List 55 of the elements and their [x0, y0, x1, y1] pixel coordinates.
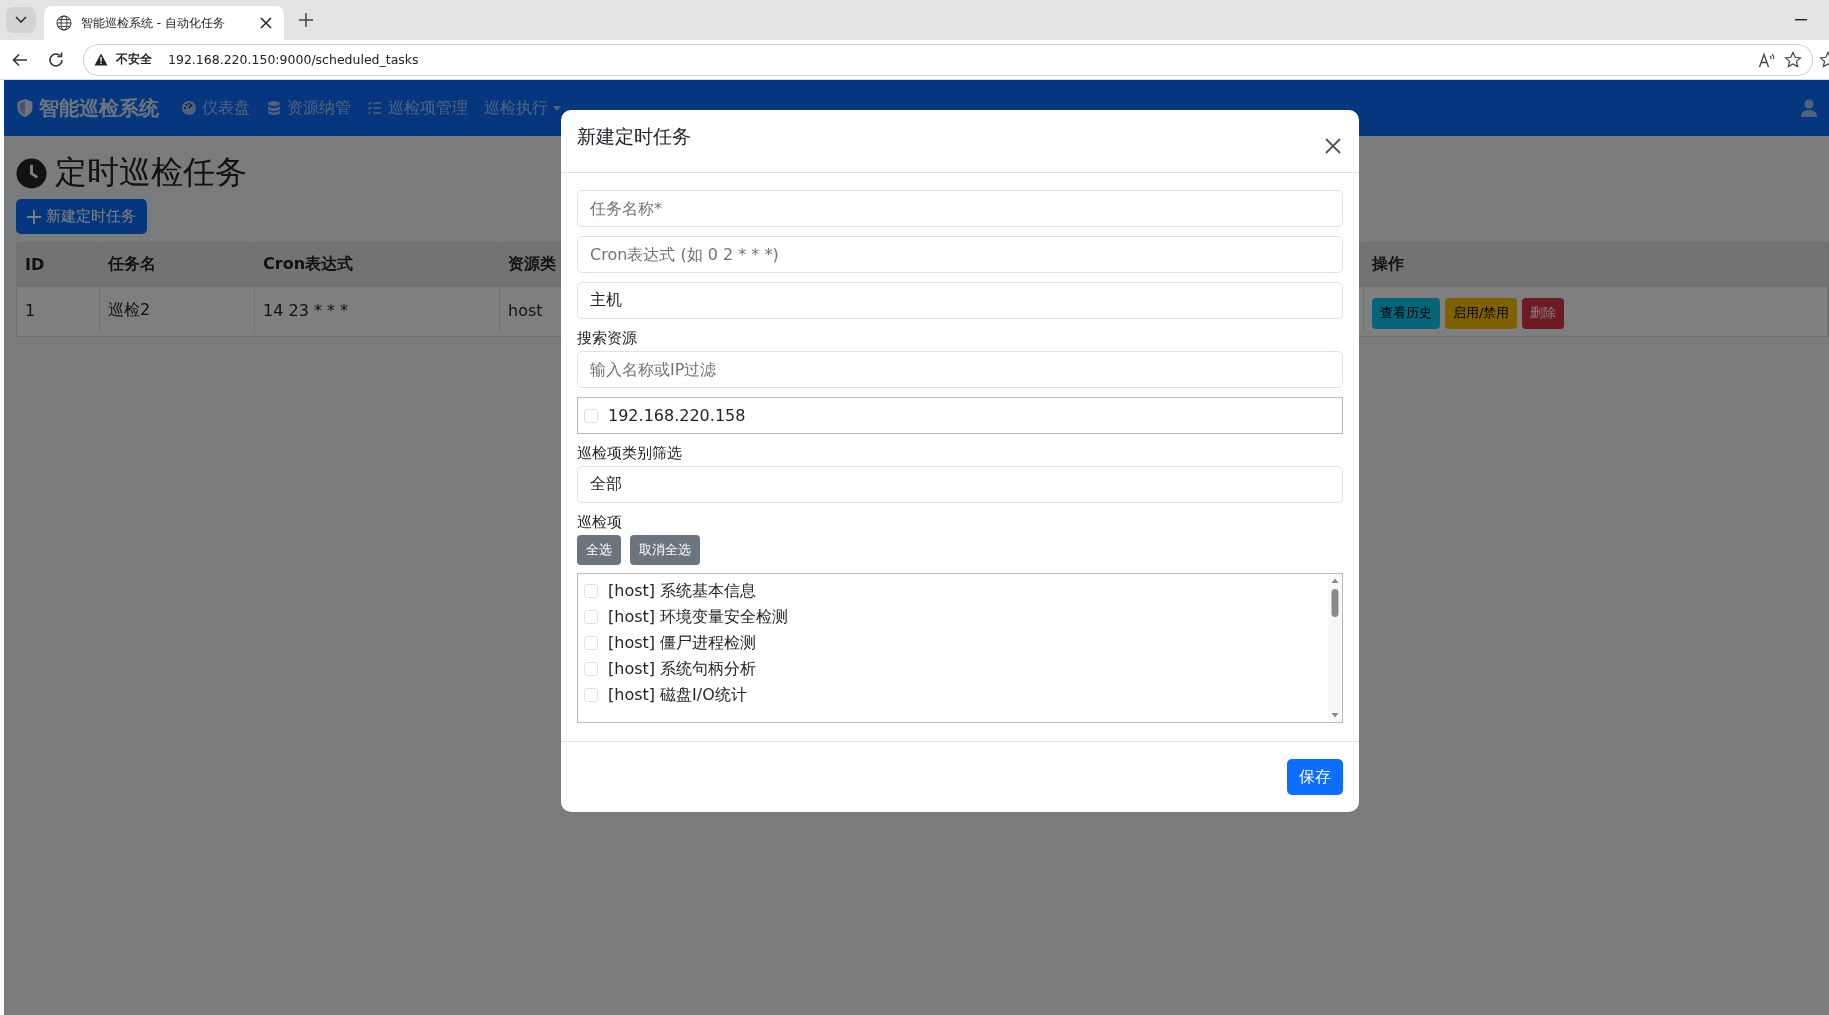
column-header: 操作 [1364, 243, 1828, 287]
star-icon[interactable] [1784, 50, 1802, 69]
column-header: Cron表达式 [255, 243, 500, 287]
input-field[interactable]: 任务名称* [577, 190, 1343, 227]
field-label: 巡检项类别筛选 [577, 443, 683, 463]
close-icon[interactable] [260, 17, 272, 29]
url-text: 192.168.220.150:9000/scheduled_tasks [168, 52, 419, 67]
table-cell: 巡检2 [100, 287, 255, 333]
minimize-icon[interactable] [1795, 19, 1807, 21]
reload-icon[interactable] [47, 50, 65, 69]
checkbox[interactable] [584, 636, 598, 650]
select-field[interactable]: 主机 [577, 282, 1343, 319]
brand-link[interactable]: 智能巡检系统 [16, 94, 159, 122]
modal-title: 新建定时任务 [577, 124, 691, 149]
column-header: ID [17, 243, 100, 287]
globe-icon [56, 15, 72, 31]
scrollbar[interactable] [1328, 574, 1342, 722]
action-button[interactable]: 查看历史 [1372, 297, 1440, 329]
secondary-button[interactable]: 取消全选 [630, 535, 700, 565]
tab-list-icon[interactable] [6, 7, 36, 33]
checkbox[interactable] [584, 662, 598, 676]
new-tab-icon[interactable] [298, 12, 314, 28]
checkbox[interactable] [584, 584, 598, 598]
checkbox-label[interactable]: [host] 磁盘I/O统计 [608, 684, 747, 706]
action-button[interactable]: 删除 [1522, 297, 1565, 329]
checkbox-label[interactable]: [host] 僵尸进程检测 [608, 632, 757, 654]
tab-title: 智能巡检系统 - 自动化任务 [81, 14, 226, 32]
table-cell: 14 23 * * * [255, 287, 500, 333]
favorites-icon[interactable] [1819, 50, 1829, 69]
field-label: 巡检项 [577, 512, 623, 532]
checkbox[interactable] [584, 688, 598, 702]
browser-tab[interactable]: 智能巡检系统 - 自动化任务 [44, 6, 284, 40]
clock-icon [16, 157, 47, 189]
input-field[interactable]: Cron表达式 (如 0 2 * * *) [577, 236, 1343, 273]
checkbox[interactable] [584, 408, 598, 423]
address-bar[interactable]: 不安全 192.168.220.150:9000/scheduled_tasks [83, 43, 1813, 76]
input-field[interactable]: 输入名称或IP过滤 [577, 351, 1343, 388]
select-field[interactable]: 全部 [577, 466, 1343, 503]
new-task-button[interactable]: 新建定时任务 [16, 199, 147, 234]
warning-icon [94, 53, 108, 66]
checkbox-label[interactable]: [host] 系统基本信息 [608, 580, 757, 602]
action-button[interactable]: 启用/禁用 [1445, 297, 1518, 329]
security-label: 不安全 [116, 51, 152, 68]
page-title: 定时巡检任务 [55, 152, 247, 193]
checkbox[interactable] [584, 610, 598, 624]
checkbox-label[interactable]: 192.168.220.158 [608, 406, 746, 425]
column-header: 任务名 [100, 243, 255, 287]
shield-icon [16, 98, 34, 118]
secondary-button[interactable]: 全选 [577, 535, 621, 565]
plus-icon [27, 209, 41, 224]
save-button[interactable]: 保存 [1287, 759, 1343, 795]
close-icon[interactable] [1325, 138, 1341, 154]
checkbox-label[interactable]: [host] 系统句柄分析 [608, 658, 757, 680]
table-cell: 1 [17, 287, 100, 333]
checkbox-label[interactable]: [host] 环境变量安全检测 [608, 606, 789, 628]
